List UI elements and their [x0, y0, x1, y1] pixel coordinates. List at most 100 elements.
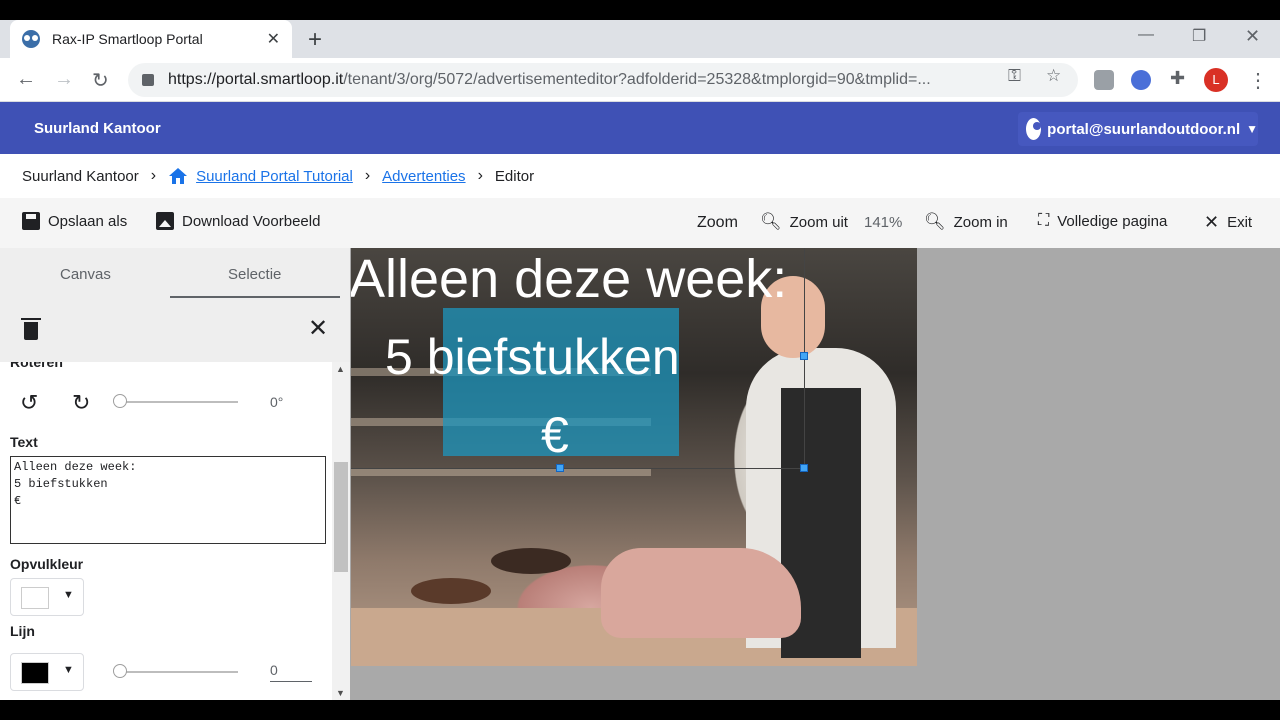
zoom-label: Zoom	[697, 214, 738, 231]
forward-icon[interactable]: →	[54, 68, 74, 91]
user-email: portal@suurlandoutdoor.nl	[1047, 120, 1241, 138]
bookmark-star-icon[interactable]: ☆	[1046, 66, 1061, 86]
minimize-icon[interactable]: —	[1138, 26, 1154, 44]
ad-product-line[interactable]: 5 biefstukken	[385, 328, 680, 386]
ad-price-line[interactable]: €	[541, 406, 569, 464]
fullscreen-icon: ⛶	[1038, 212, 1050, 229]
text-input[interactable]	[10, 456, 326, 544]
rotate-left-icon[interactable]: ↺	[20, 390, 38, 416]
browser-tab[interactable]: Rax-IP Smartloop Portal ✕	[10, 20, 292, 58]
breadcrumb-org: Suurland Kantoor	[22, 167, 139, 185]
rotate-label: Roteren	[10, 362, 63, 370]
image-icon	[156, 212, 174, 230]
properties-panel: Canvas Selectie ✕ Roteren ↺ ↻ 0° Text Op…	[0, 248, 350, 700]
editor-canvas[interactable]: Alleen deze week: 5 biefstukken €	[350, 248, 1280, 700]
resize-handle[interactable]	[556, 464, 564, 472]
active-tab-indicator	[170, 296, 340, 298]
save-as-label: Opslaan als	[48, 212, 128, 230]
breadcrumb: Suurland Kantoor › Suurland Portal Tutor…	[0, 154, 1280, 198]
address-bar[interactable]: https://portal.smartloop.it/tenant/3/org…	[128, 63, 1078, 97]
rotate-right-icon[interactable]: ↻	[72, 390, 90, 416]
breadcrumb-ads-link[interactable]: Advertenties	[382, 168, 465, 185]
app-header: Suurland Kantoor portal@suurlandoutdoor.…	[0, 102, 1280, 154]
selection-actions: ✕	[0, 300, 350, 362]
close-icon: ✕	[1204, 212, 1220, 232]
zoom-out-icon: 🔍︎	[760, 212, 782, 231]
scroll-down-icon[interactable]: ▼	[336, 688, 345, 698]
window-close-icon[interactable]: ✕	[1245, 26, 1260, 47]
tab-close-icon[interactable]: ✕	[267, 29, 280, 49]
key-icon[interactable]: ⚿	[1008, 66, 1021, 86]
caret-down-icon: ▼	[63, 664, 74, 676]
caret-down-icon: ▼	[1246, 122, 1258, 136]
properties-scroll[interactable]: Roteren ↺ ↻ 0° Text Opvulkleur ▼ Lijn ▼ …	[0, 362, 350, 700]
dish	[411, 578, 491, 604]
resize-handle[interactable]	[800, 464, 808, 472]
zoom-in-icon: 🔍︎	[924, 212, 946, 231]
exit-button[interactable]: ✕ Exit	[1204, 212, 1252, 233]
butcher-photo: Alleen deze week: 5 biefstukken €	[351, 248, 917, 666]
full-page-label: Volledige pagina	[1057, 212, 1168, 230]
save-as-button[interactable]: Opslaan als	[22, 212, 127, 230]
panel-tabs: Canvas Selectie	[0, 248, 350, 300]
line-color-swatch	[21, 662, 49, 684]
code-extension-icon[interactable]	[1094, 70, 1114, 90]
fill-color-label: Opvulkleur	[10, 556, 84, 572]
line-width-input[interactable]: 0	[270, 662, 312, 682]
resize-handle[interactable]	[800, 352, 808, 360]
rotate-slider-track[interactable]	[120, 401, 238, 403]
rocket-extension-icon[interactable]	[1131, 70, 1151, 90]
profile-avatar[interactable]: L	[1204, 68, 1228, 92]
line-color-picker[interactable]: ▼	[10, 653, 84, 691]
puzzle-extensions-icon[interactable]: ✚	[1170, 68, 1185, 89]
tab-canvas[interactable]: Canvas	[60, 266, 111, 283]
line-width-slider-knob[interactable]	[113, 664, 127, 678]
zoom-out-button[interactable]: 🔍︎ Zoom uit	[760, 212, 848, 232]
back-icon[interactable]: ←	[16, 68, 36, 91]
download-preview-button[interactable]: Download Voorbeeld	[156, 212, 320, 230]
scroll-up-icon[interactable]: ▲	[336, 364, 345, 374]
reload-icon[interactable]: ↻	[92, 68, 109, 93]
zoom-value: 141%	[864, 214, 903, 231]
account-icon	[1026, 118, 1042, 140]
chevron-right-icon: ›	[364, 167, 371, 184]
letterbox-top	[0, 0, 1280, 20]
trash-icon[interactable]	[21, 318, 41, 340]
browser-toolbar: ← → ↻ https://portal.smartloop.it/tenant…	[0, 58, 1280, 102]
close-selection-icon[interactable]: ✕	[308, 314, 328, 343]
rotate-slider-knob[interactable]	[113, 394, 127, 408]
editor-toolbar: Opslaan als Download Voorbeeld Zoom 🔍︎ Z…	[0, 198, 1280, 248]
shelf	[351, 468, 651, 476]
lock-icon	[142, 74, 154, 86]
fill-color-swatch	[21, 587, 49, 609]
chevron-right-icon: ›	[477, 167, 483, 184]
user-menu-button[interactable]: portal@suurlandoutdoor.nl ▼	[1018, 112, 1258, 146]
ad-headline[interactable]: Alleen deze week:	[351, 248, 787, 310]
tab-selectie[interactable]: Selectie	[228, 266, 281, 283]
letterbox-bottom	[0, 700, 1280, 720]
browser-menu-icon[interactable]: ⋮	[1248, 68, 1268, 93]
url-text[interactable]: https://portal.smartloop.it/tenant/3/org…	[168, 71, 988, 89]
caret-down-icon: ▼	[63, 589, 74, 601]
owl-favicon-icon	[22, 30, 40, 48]
full-page-button[interactable]: ⛶ Volledige pagina	[1038, 212, 1167, 230]
rotate-value: 0°	[270, 394, 284, 410]
panel-scrollbar[interactable]: ▲ ▼	[332, 362, 350, 700]
scrollbar-thumb[interactable]	[334, 462, 348, 572]
breadcrumb-tutorial-link[interactable]: Suurland Portal Tutorial	[196, 168, 353, 185]
browser-tabstrip: Rax-IP Smartloop Portal ✕ + — ❐ ✕	[0, 20, 1280, 58]
fill-color-picker[interactable]: ▼	[10, 578, 84, 616]
home-icon	[169, 168, 188, 184]
selection-edge	[351, 468, 805, 469]
dish	[491, 548, 571, 574]
tab-title: Rax-IP Smartloop Portal	[52, 31, 203, 47]
text-label: Text	[10, 434, 38, 450]
zoom-in-button[interactable]: 🔍︎ Zoom in	[924, 212, 1008, 232]
zoom-in-label: Zoom in	[953, 213, 1008, 231]
line-width-slider-track[interactable]	[120, 671, 238, 673]
restore-icon[interactable]: ❐	[1192, 26, 1206, 46]
line-label: Lijn	[10, 623, 35, 639]
new-tab-icon[interactable]: +	[308, 26, 322, 54]
download-preview-label: Download Voorbeeld	[182, 212, 321, 230]
zoom-out-label: Zoom uit	[789, 213, 848, 231]
